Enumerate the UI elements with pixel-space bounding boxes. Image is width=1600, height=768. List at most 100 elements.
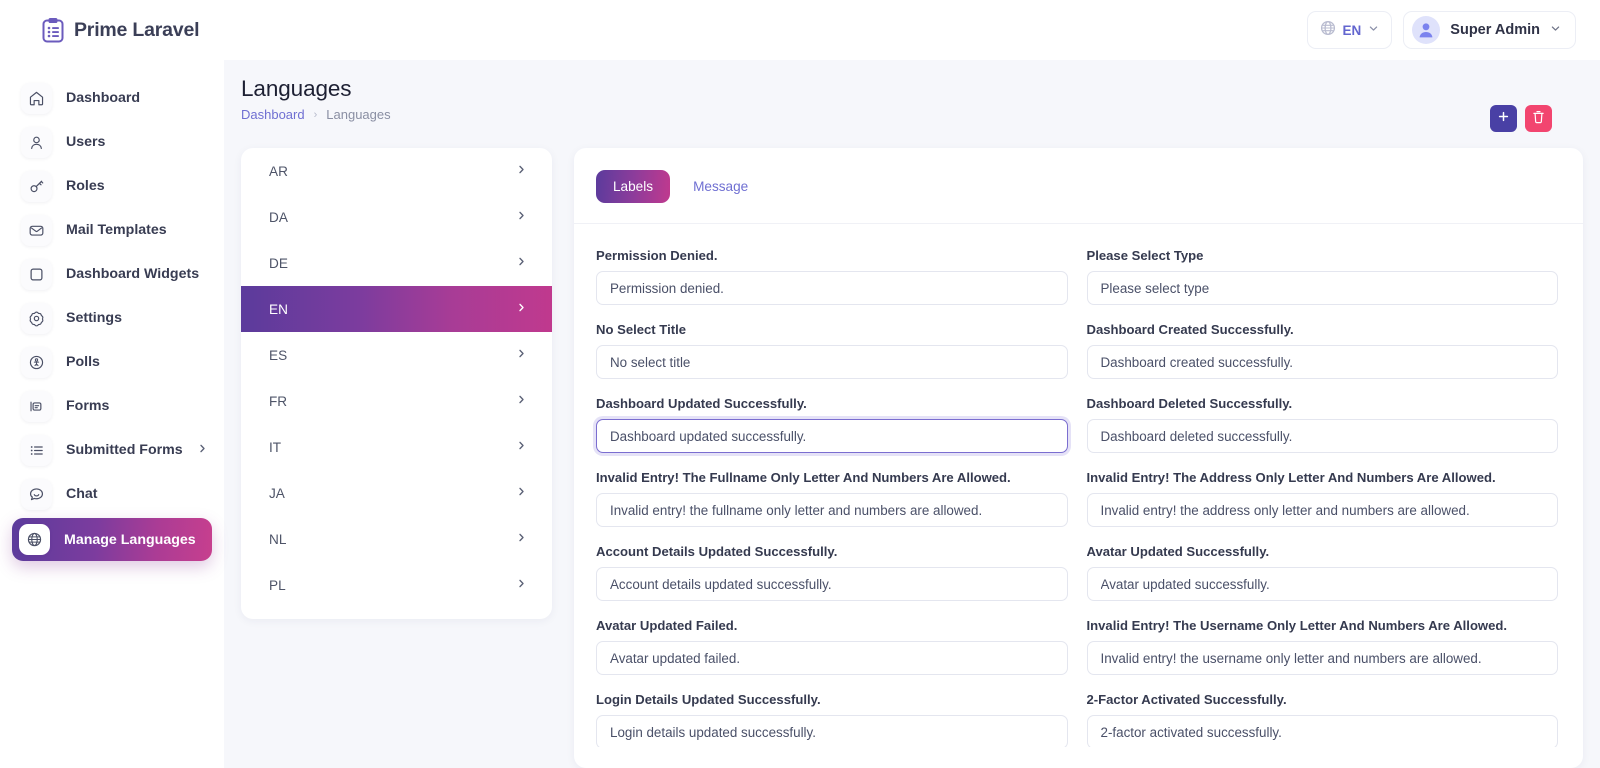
sidebar-item-label: Mail Templates [66,222,167,238]
sidebar-item-roles[interactable]: Roles [14,166,210,206]
chevron-right-icon [516,392,527,410]
sidebar-item-dashboard[interactable]: Dashboard [14,78,210,118]
sidebar-item-label: Manage Languages [64,531,196,548]
field-input-dashboard-deleted-successfully[interactable] [1086,419,1558,453]
field-label: Dashboard Updated Successfully. [596,396,807,411]
labels-panel: LabelsMessage Permission Denied. Please S… [574,148,1583,768]
language-code: EN [269,301,288,317]
tab-message[interactable]: Message [676,170,765,203]
language-list-item-it[interactable]: IT [241,424,552,470]
language-list-item-nl[interactable]: NL [241,516,552,562]
avatar [1412,16,1441,44]
breadcrumb-separator: › [313,108,318,121]
key-icon [21,170,52,202]
language-list-item-de[interactable]: DE [241,240,552,286]
sidebar-item-settings[interactable]: Settings [14,298,210,338]
label-field-account-details-updated-successfully: Account Details Updated Successfully. [596,544,1068,601]
sidebar-item-label: Polls [66,354,100,370]
field-input-avatar-updated-failed[interactable] [596,641,1068,675]
language-list-item-da[interactable]: DA [241,194,552,240]
top-bar: Prime Laravel EN Super Admin [0,0,1600,60]
sidebar-item-dashboard-widgets[interactable]: Dashboard Widgets [14,254,210,294]
sidebar-item-polls[interactable]: Polls [14,342,210,382]
label-field-dashboard-deleted-successfully: Dashboard Deleted Successfully. [1086,396,1558,453]
field-input-dashboard-updated-successfully[interactable] [596,419,1068,453]
field-input-invalid-entry-the-address-only-letter-and-numb[interactable] [1086,493,1558,527]
label-field-dashboard-created-successfully: Dashboard Created Successfully. [1086,322,1558,379]
chevron-right-icon [516,208,527,226]
field-label: Please Select Type [1086,248,1204,263]
language-code: JA [269,485,285,501]
sidebar-item-label: Dashboard Widgets [66,266,200,282]
label-field-dashboard-updated-successfully: Dashboard Updated Successfully. [596,396,1068,453]
language-list-item-ar[interactable]: AR [241,148,552,194]
field-input-avatar-updated-successfully[interactable] [1086,567,1558,601]
tab-labels[interactable]: Labels [596,170,671,203]
form-icon [21,390,52,422]
sidebar: Dashboard Users Roles Mail Templates Dashboa… [0,60,224,768]
field-input-account-details-updated-successfully[interactable] [596,567,1068,601]
field-label: Dashboard Created Successfully. [1086,322,1294,337]
chevron-right-icon [516,346,527,364]
field-input-dashboard-created-successfully[interactable] [1086,345,1558,379]
field-label: Permission Denied. [596,248,718,263]
breadcrumb: Dashboard › Languages [241,107,1600,122]
language-list-item-ja[interactable]: JA [241,470,552,516]
globe-icon [1320,20,1336,41]
language-code: IT [269,439,282,455]
chevron-right-icon [516,576,527,594]
sidebar-item-submitted-forms[interactable]: Submitted Forms [14,430,210,470]
add-language-button[interactable] [1490,105,1517,132]
sidebar-item-forms[interactable]: Forms [14,386,210,426]
sidebar-item-label: Chat [66,486,98,502]
label-field-invalid-entry-the-address-only-letter-and-numb: Invalid Entry! The Address Only Letter A… [1086,470,1558,527]
user-menu[interactable]: Super Admin [1403,11,1576,49]
chevron-right-icon [516,300,527,318]
sidebar-item-chat[interactable]: Chat [14,474,210,514]
sidebar-item-manage-languages[interactable]: Manage Languages [12,518,212,561]
chevron-right-icon [516,484,527,502]
field-input-login-details-updated-successfully[interactable] [596,715,1068,747]
field-input-2-factor-activated-successfully[interactable] [1086,715,1558,747]
language-code: DA [269,209,288,225]
field-label: Account Details Updated Successfully. [596,544,838,559]
language-list-item-en[interactable]: EN [241,286,552,332]
brand[interactable]: Prime Laravel [41,0,200,60]
field-label: Dashboard Deleted Successfully. [1086,396,1293,411]
language-code: PL [269,577,286,593]
language-code: FR [269,393,288,409]
chevron-right-icon [516,530,527,548]
label-field-invalid-entry-the-username-only-letter-and-num: Invalid Entry! The Username Only Letter … [1086,618,1558,675]
field-input-no-select-title[interactable] [596,345,1068,379]
label-field-permission-denied: Permission Denied. [596,248,1068,305]
field-input-please-select-type[interactable] [1086,271,1558,305]
sidebar-item-users[interactable]: Users [14,122,210,162]
label-field-2-factor-activated-successfully: 2-Factor Activated Successfully. [1086,692,1558,747]
sidebar-item-label: Forms [66,398,110,414]
language-list-item-pl[interactable]: PL [241,562,552,608]
label-field-no-select-title: No Select Title [596,322,1068,379]
language-list-item-fr[interactable]: FR [241,378,552,424]
sidebar-item-label: Submitted Forms [66,442,183,458]
page-title: Languages [241,76,352,101]
topbar-actions: EN Super Admin [1306,11,1576,49]
field-label: Invalid Entry! The Fullname Only Letter … [596,470,1011,485]
breadcrumb-current: Languages [326,107,391,122]
label-field-invalid-entry-the-fullname-only-letter-and-num: Invalid Entry! The Fullname Only Letter … [596,470,1068,527]
user-menu-name: Super Admin [1450,22,1540,38]
field-label: Avatar Updated Successfully. [1086,544,1270,559]
delete-language-button[interactable] [1525,105,1552,132]
brand-name: Prime Laravel [74,18,200,41]
breadcrumb-parent[interactable]: Dashboard [241,107,305,122]
field-input-invalid-entry-the-username-only-letter-and-num[interactable] [1086,641,1558,675]
field-input-permission-denied[interactable] [596,271,1068,305]
chevron-right-icon [516,438,527,456]
language-list-item-es[interactable]: ES [241,332,552,378]
sidebar-item-mail-templates[interactable]: Mail Templates [14,210,210,250]
user-icon [21,126,52,158]
list-icon [21,434,52,466]
language-selector[interactable]: EN [1306,11,1393,49]
field-input-invalid-entry-the-fullname-only-letter-and-num[interactable] [596,493,1068,527]
label-field-please-select-type: Please Select Type [1086,248,1558,305]
label-field-login-details-updated-successfully: Login Details Updated Successfully. [596,692,1068,747]
